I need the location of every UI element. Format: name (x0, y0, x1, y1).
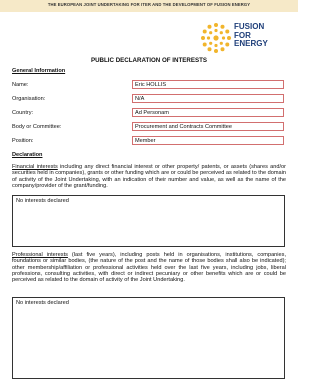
header-banner: THE EUROPEAN JOINT UNDERTAKING FOR ITER … (0, 0, 298, 12)
professional-interests-term: Professional interests (12, 252, 68, 258)
logo-wordmark: FUSION FOR ENERGY (234, 22, 294, 49)
professional-interests-box[interactable]: No interests declared (12, 297, 285, 379)
country-field[interactable]: Ad Personam (132, 108, 284, 117)
position-field[interactable]: Member (132, 136, 284, 145)
financial-interests-value: No interests declared (16, 198, 69, 204)
professional-interests-paragraph: Professional interests (last five years)… (12, 252, 286, 283)
header-banner-text: THE EUROPEAN JOINT UNDERTAKING FOR ITER … (47, 2, 251, 7)
page-title: PUBLIC DECLARATION OF INTERESTS (90, 57, 208, 64)
financial-interests-term: Financial interests (12, 164, 58, 170)
professional-interests-value: No interests declared (16, 300, 69, 306)
body-committee-field[interactable]: Procurement and Contracts Committee (132, 122, 284, 131)
fusion-for-energy-logo-icon (201, 23, 231, 53)
country-label: Country: (12, 110, 34, 116)
organisation-label: Organisation: (12, 96, 46, 102)
organisation-field[interactable]: N/A (132, 94, 284, 103)
financial-interests-paragraph: Financial interests including any direct… (12, 164, 286, 189)
name-label: Name: (12, 82, 29, 88)
document-page: THE EUROPEAN JOINT UNDERTAKING FOR ITER … (0, 0, 298, 386)
general-information-heading: General Information (12, 68, 66, 74)
financial-interests-box[interactable]: No interests declared (12, 195, 285, 247)
name-field[interactable]: Eric HOLLIS (132, 80, 284, 89)
logo-line-3: ENERGY (234, 39, 268, 48)
position-label: Position: (12, 138, 34, 144)
declaration-heading: Declaration (12, 152, 43, 158)
body-committee-label: Body or Committee: (12, 124, 62, 130)
